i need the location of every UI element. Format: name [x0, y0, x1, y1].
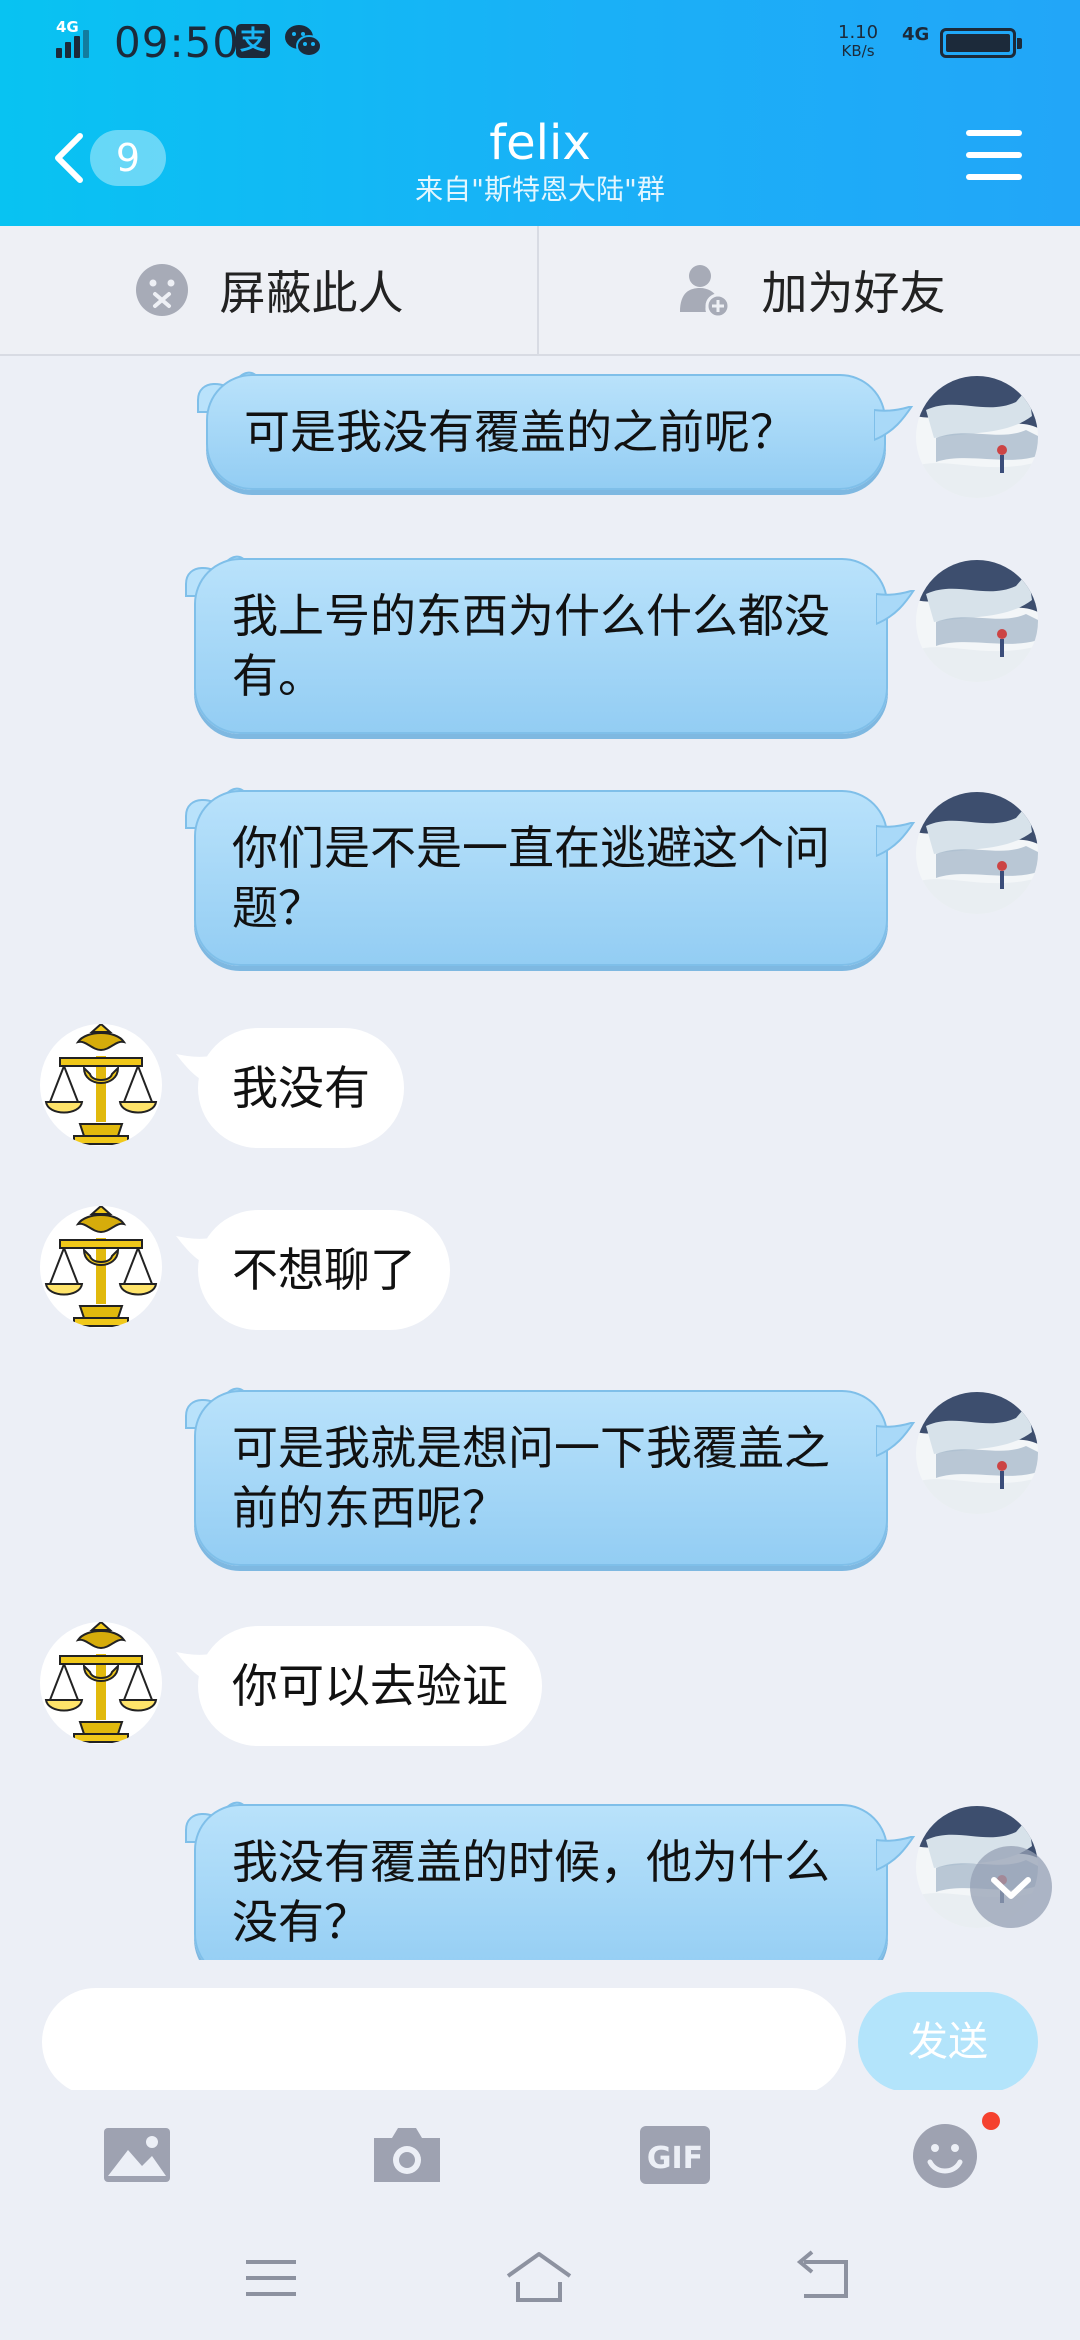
bubble-tail	[874, 406, 914, 442]
camera-icon[interactable]	[370, 2120, 444, 2190]
chat-title-block: felix 来自"斯特恩大陆"群	[340, 114, 740, 208]
message-text: 我上号的东西为什么什么都没有。	[194, 558, 888, 734]
message-input[interactable]	[42, 1988, 846, 2096]
block-user-label: 屏蔽此人	[219, 266, 404, 320]
send-button[interactable]: 发送	[858, 1992, 1038, 2092]
incoming-bubble[interactable]: 你可以去验证	[176, 1626, 542, 1746]
bubble-tail	[876, 822, 916, 858]
my-avatar[interactable]	[916, 792, 1038, 914]
bubble-tail	[876, 590, 916, 626]
message-text: 我没有	[198, 1028, 404, 1148]
recents-icon[interactable]	[236, 2248, 306, 2308]
bubble-tail	[876, 1422, 916, 1458]
outgoing-bubble[interactable]: 可是我就是想问一下我覆盖之前的东西呢？	[185, 1387, 916, 1566]
message-text: 我没有覆盖的时候，他为什么没有？	[194, 1804, 888, 1960]
system-navigation-bar	[0, 2220, 1080, 2340]
back-button[interactable]: 9	[44, 126, 174, 190]
message-list[interactable]: 可是我没有覆盖的之前呢？ 我上号的东西为什么什么都没有。 你们是不是一直在逃避这…	[0, 356, 1080, 1960]
sender-avatar[interactable]	[40, 1024, 162, 1146]
home-icon[interactable]	[504, 2248, 574, 2308]
block-user-icon	[135, 264, 188, 316]
scroll-to-bottom-button[interactable]	[970, 1846, 1052, 1928]
my-avatar[interactable]	[916, 560, 1038, 682]
incoming-bubble[interactable]: 我没有	[176, 1028, 404, 1148]
message-text: 不想聊了	[198, 1210, 450, 1330]
my-avatar[interactable]	[916, 376, 1038, 498]
page-title: felix	[489, 115, 591, 171]
network-speed: 1.10 KB/s	[838, 22, 879, 61]
message-composer: 发送	[0, 1960, 1080, 2096]
chevron-down-icon	[991, 1877, 1031, 1899]
add-friend-icon	[679, 265, 730, 318]
my-avatar[interactable]	[916, 1392, 1038, 1514]
alipay-icon: 支	[236, 24, 270, 58]
status-bar: 4G 09:50 支 1.10 KB/s 4G	[0, 0, 1080, 86]
notification-dot	[982, 2112, 1000, 2130]
gif-label: GIF	[647, 2141, 703, 2176]
message-text: 你可以去验证	[198, 1626, 542, 1746]
message-text: 你们是不是一直在逃避这个问题？	[194, 790, 888, 966]
outgoing-bubble[interactable]: 你们是不是一直在逃避这个问题？	[185, 787, 916, 966]
incoming-bubble[interactable]: 不想聊了	[176, 1210, 450, 1330]
composer-toolbar: GIF	[0, 2090, 1080, 2220]
status-time: 09:50	[114, 18, 241, 67]
message-text: 可是我没有覆盖的之前呢？	[206, 374, 886, 490]
add-friend-label: 加为好友	[761, 266, 946, 320]
chevron-left-icon	[55, 133, 83, 183]
block-user-button[interactable]: 屏蔽此人	[0, 226, 539, 354]
unread-count-badge: 9	[90, 130, 166, 186]
message-text: 可是我就是想问一下我覆盖之前的东西呢？	[194, 1390, 888, 1566]
outgoing-bubble[interactable]: 我没有覆盖的时候，他为什么没有？	[185, 1801, 916, 1960]
add-friend-button[interactable]: 加为好友	[541, 226, 1080, 354]
stranger-action-bar: 屏蔽此人 加为好友	[0, 226, 1080, 356]
outgoing-bubble[interactable]: 我上号的东西为什么什么都没有。	[185, 555, 916, 734]
speed-value: 1.10	[838, 22, 879, 43]
sender-avatar[interactable]	[40, 1206, 162, 1328]
image-icon[interactable]	[100, 2120, 174, 2190]
sender-avatar[interactable]	[40, 1622, 162, 1744]
network-tag: 4G	[56, 18, 79, 36]
network-type: 4G	[902, 24, 930, 45]
back-nav-icon[interactable]	[790, 2248, 860, 2308]
hamburger-menu-icon[interactable]	[966, 130, 1022, 182]
app-header: 4G 09:50 支 1.10 KB/s 4G 9 felix 来自"斯特恩大陆…	[0, 0, 1080, 226]
emoji-icon[interactable]	[908, 2120, 982, 2190]
wechat-icon	[285, 25, 322, 57]
bubble-tail	[876, 1836, 916, 1872]
signal-icon: 4G	[56, 18, 104, 58]
battery-icon	[940, 28, 1022, 58]
speed-unit: KB/s	[841, 42, 875, 60]
outgoing-bubble[interactable]: 可是我没有覆盖的之前呢？	[197, 371, 914, 490]
page-subtitle: 来自"斯特恩大陆"群	[415, 173, 665, 206]
gif-icon[interactable]: GIF	[638, 2120, 712, 2190]
